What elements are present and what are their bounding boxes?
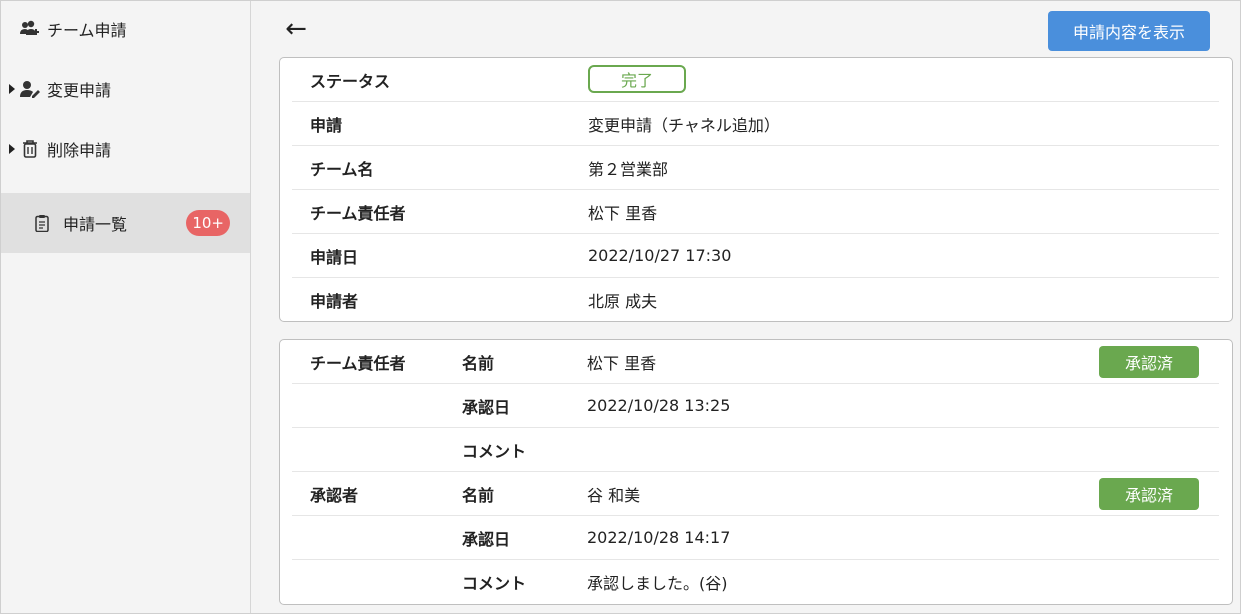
team-owner-label: チーム責任者 <box>310 203 406 223</box>
approval-date-value: 2022/10/28 14:17 <box>587 528 731 547</box>
sidebar-item-application-list[interactable]: 申請一覧 10+ <box>1 193 250 253</box>
status-badge: 完了 <box>588 65 686 93</box>
approval-comment-row: コメント <box>292 428 1219 472</box>
status-label: ステータス <box>310 71 391 91</box>
applicant-row: 申請者 北原 成夫 <box>292 278 1219 321</box>
team-owner-value: 松下 里香 <box>588 203 658 223</box>
caret-right-icon <box>9 144 15 154</box>
approval-name-row: チーム責任者 名前 松下 里香 承認済 <box>292 340 1219 384</box>
approval-role-label: チーム責任者 <box>310 353 406 373</box>
user-edit-icon <box>19 79 41 99</box>
sidebar-item-label: 変更申請 <box>47 81 112 100</box>
approval-date-row: 承認日 2022/10/28 13:25 <box>292 384 1219 428</box>
approval-role-label: 承認者 <box>310 485 359 505</box>
application-row: 申請 変更申請（チャネル追加） <box>292 102 1219 146</box>
team-name-row: チーム名 第２営業部 <box>292 146 1219 190</box>
approval-comment-label: コメント <box>462 573 527 593</box>
app-frame: チーム申請 変更申請 削除申請 申請一覧 10+ ← 申請内容を表示 ステータス… <box>0 0 1241 614</box>
team-owner-row: チーム責任者 松下 里香 <box>292 190 1219 234</box>
sidebar-item-change-application[interactable]: 変更申請 <box>1 69 250 109</box>
show-application-button[interactable]: 申請内容を表示 <box>1048 11 1210 51</box>
sidebar-item-delete-application[interactable]: 削除申請 <box>1 129 250 169</box>
approval-date-label: 承認日 <box>462 397 511 417</box>
application-details-card: ステータス 完了 申請 変更申請（チャネル追加） チーム名 第２営業部 チーム責… <box>279 57 1233 322</box>
team-icon <box>19 19 41 39</box>
application-date-row: 申請日 2022/10/27 17:30 <box>292 234 1219 278</box>
sidebar-item-label: 削除申請 <box>47 141 112 160</box>
approval-comment-row: コメント 承認しました。(谷) <box>292 560 1219 603</box>
team-name-value: 第２営業部 <box>588 159 669 179</box>
approval-comment-label: コメント <box>462 441 527 461</box>
application-date-label: 申請日 <box>310 247 359 267</box>
application-value: 変更申請（チャネル追加） <box>588 115 780 135</box>
applicant-value: 北原 成夫 <box>588 291 658 311</box>
sidebar-item-team-application[interactable]: チーム申請 <box>1 9 250 49</box>
approvals-card: チーム責任者 名前 松下 里香 承認済 承認日 2022/10/28 13:25… <box>279 339 1233 605</box>
application-date-value: 2022/10/27 17:30 <box>588 246 732 265</box>
team-name-label: チーム名 <box>310 159 374 179</box>
approved-badge: 承認済 <box>1099 346 1199 378</box>
clipboard-icon <box>31 213 53 233</box>
approval-name-label: 名前 <box>462 485 495 505</box>
approval-comment-value: 承認しました。(谷) <box>587 573 728 593</box>
approval-date-row: 承認日 2022/10/28 14:17 <box>292 516 1219 560</box>
approval-name-label: 名前 <box>462 353 495 373</box>
approval-name-value: 松下 里香 <box>587 353 657 373</box>
sidebar: チーム申請 変更申請 削除申請 申請一覧 10+ <box>1 1 251 613</box>
trash-icon <box>19 139 41 159</box>
count-badge: 10+ <box>186 210 230 236</box>
back-arrow-icon[interactable]: ← <box>281 14 311 44</box>
status-row: ステータス 完了 <box>292 58 1219 102</box>
main-content: ← 申請内容を表示 ステータス 完了 申請 変更申請（チャネル追加） チーム名 … <box>251 1 1241 613</box>
sidebar-item-label: 申請一覧 <box>63 215 128 234</box>
approval-name-row: 承認者 名前 谷 和美 承認済 <box>292 472 1219 516</box>
applicant-label: 申請者 <box>310 291 359 311</box>
approval-date-label: 承認日 <box>462 529 511 549</box>
approval-name-value: 谷 和美 <box>587 485 641 505</box>
approval-date-value: 2022/10/28 13:25 <box>587 396 731 415</box>
approved-badge: 承認済 <box>1099 478 1199 510</box>
application-label: 申請 <box>310 115 343 135</box>
sidebar-item-label: チーム申請 <box>47 21 127 40</box>
caret-right-icon <box>9 84 15 94</box>
